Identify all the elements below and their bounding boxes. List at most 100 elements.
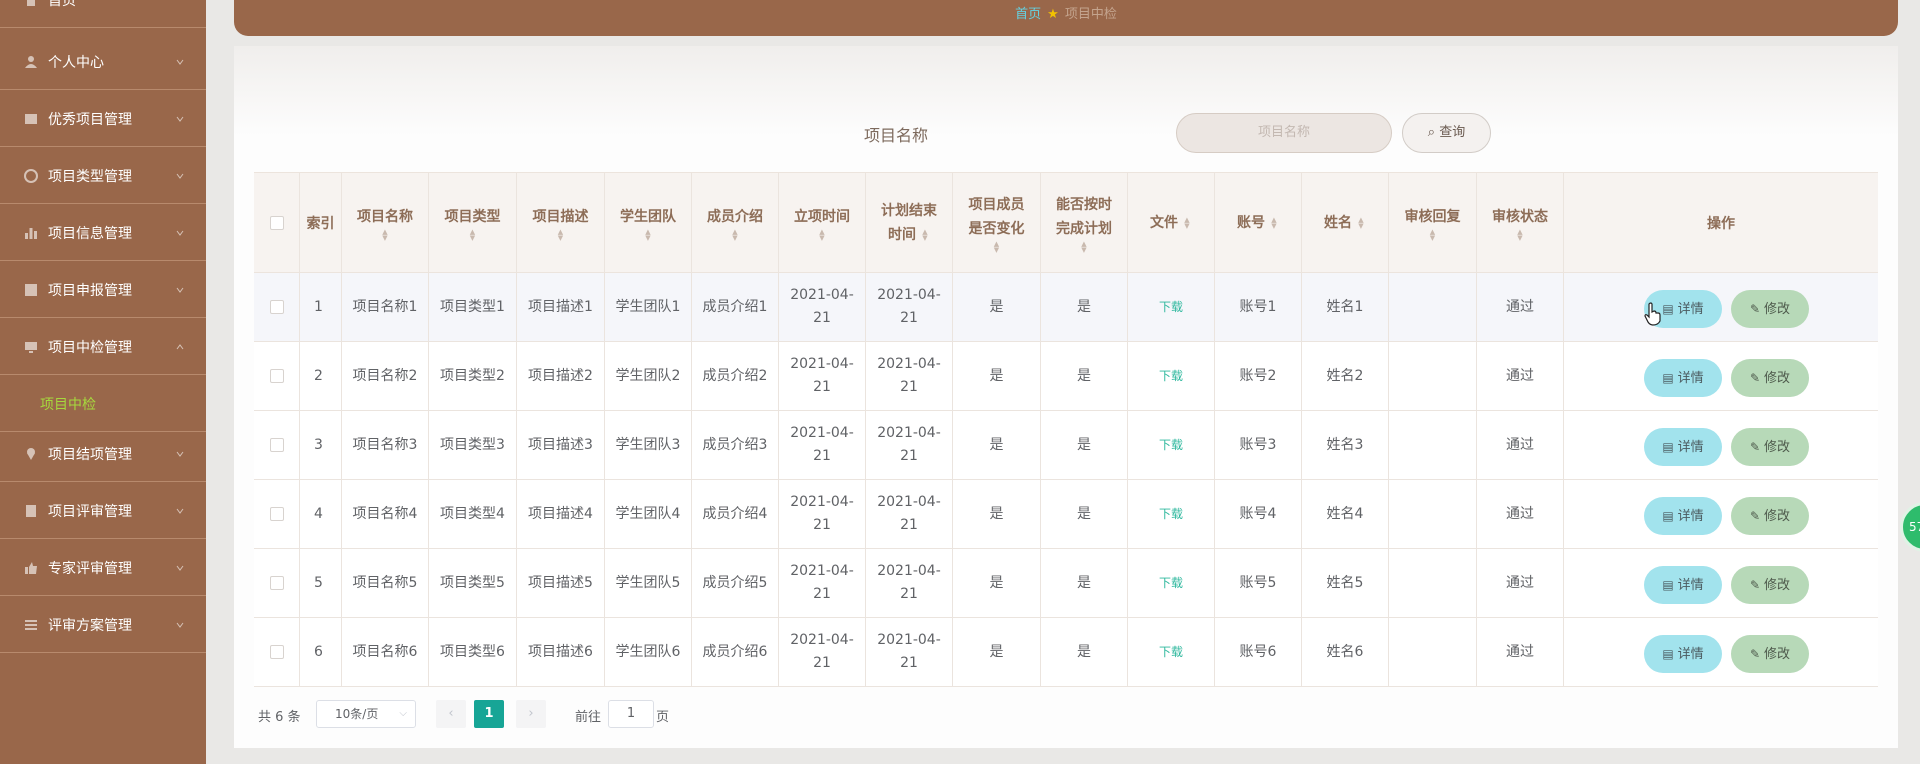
sort-icon[interactable]: ▲ ▼ <box>1056 241 1112 254</box>
sort-icon[interactable]: ▲ ▼ <box>1269 217 1279 230</box>
table-row[interactable]: 5 项目名称5 项目类型5 项目描述5 学生团队5 成员介绍5 2021-04-… <box>254 549 1878 618</box>
header-select-all[interactable] <box>254 173 300 273</box>
table-row[interactable]: 4 项目名称4 项目类型4 项目描述4 学生团队4 成员介绍4 2021-04-… <box>254 480 1878 549</box>
document-icon: ▤ <box>1662 646 1674 661</box>
cell-end-day: 21 <box>900 517 918 533</box>
download-link[interactable]: 下载 <box>1159 572 1183 595</box>
sort-icon[interactable]: ▲ ▼ <box>794 229 850 242</box>
row-checkbox[interactable] <box>269 507 284 521</box>
sidebar-item-plan[interactable]: 评审方案管理 <box>0 597 206 653</box>
edit-button[interactable]: ✎ 修改 <box>1731 359 1809 397</box>
sort-icon[interactable]: ▲ ▼ <box>1182 217 1192 230</box>
download-link[interactable]: 下载 <box>1159 296 1183 319</box>
header-type[interactable]: 项目类型 ▲ ▼ <box>429 173 517 273</box>
cell-end-date: 2021-04- <box>877 494 941 510</box>
detail-button[interactable]: ▤ 详情 <box>1644 635 1722 673</box>
search-input[interactable]: 项目名称 <box>1176 113 1392 153</box>
row-checkbox[interactable] <box>269 438 284 452</box>
cell-start-date: 2021-04- <box>790 632 854 648</box>
header-ontime[interactable]: 能否按时 完成计划 ▲ ▼ <box>1041 173 1128 273</box>
sidebar-subitem-midcheck[interactable]: 项目中检 <box>0 376 206 432</box>
header-desc[interactable]: 项目描述 ▲ ▼ <box>517 173 605 273</box>
edit-button[interactable]: ✎ 修改 <box>1731 635 1809 673</box>
next-page-button[interactable]: › <box>516 700 546 728</box>
sidebar-item-label: 项目中检管理 <box>48 339 132 356</box>
row-checkbox[interactable] <box>269 369 284 383</box>
sort-icon[interactable]: ▲ ▼ <box>920 229 930 242</box>
edit-button[interactable]: ✎ 修改 <box>1731 497 1809 535</box>
detail-button[interactable]: ▤ 详情 <box>1644 566 1722 604</box>
header-team[interactable]: 学生团队 ▲ ▼ <box>605 173 692 273</box>
sidebar-item-info[interactable]: 项目信息管理 <box>0 205 206 261</box>
header-account[interactable]: 账号 ▲ ▼ <box>1215 173 1302 273</box>
page-number-current[interactable]: 1 <box>474 700 504 728</box>
edit-button[interactable]: ✎ 修改 <box>1731 290 1809 328</box>
cell-end-date: 2021-04- <box>877 632 941 648</box>
header-reply[interactable]: 审核回复 ▲ ▼ <box>1389 173 1477 273</box>
sidebar-item-expert[interactable]: 专家评审管理 <box>0 540 206 596</box>
download-link[interactable]: 下载 <box>1159 365 1183 388</box>
sort-icon[interactable]: ▲ ▼ <box>707 229 763 242</box>
breadcrumb-home[interactable]: 首页 <box>1015 7 1041 22</box>
goto-page-input[interactable]: 1 <box>608 700 654 728</box>
row-checkbox[interactable] <box>269 645 284 659</box>
sidebar-item-declare[interactable]: 项目申报管理 <box>0 262 206 318</box>
sidebar-item-home[interactable]: 首页 <box>0 0 206 28</box>
sidebar-item-personal[interactable]: 个人中心 <box>0 34 206 90</box>
edit-icon: ✎ <box>1749 646 1761 661</box>
thumb-icon <box>24 561 38 575</box>
detail-button[interactable]: ▤ 详情 <box>1644 428 1722 466</box>
sort-icon[interactable]: ▲ ▼ <box>533 229 589 242</box>
sidebar-item-midcheck[interactable]: 项目中检管理 <box>0 319 206 375</box>
header-members[interactable]: 成员介绍 ▲ ▼ <box>692 173 779 273</box>
header-status[interactable]: 审核状态 ▲ ▼ <box>1477 173 1564 273</box>
cell-reply <box>1389 411 1477 479</box>
sort-icon[interactable]: ▲ ▼ <box>620 229 676 242</box>
download-link[interactable]: 下载 <box>1159 641 1183 664</box>
page-size-select[interactable]: 10条/页 ⌵ <box>316 700 416 728</box>
sort-icon[interactable]: ▲ ▼ <box>969 241 1025 254</box>
table-row[interactable]: 6 项目名称6 项目类型6 项目描述6 学生团队6 成员介绍6 2021-04-… <box>254 618 1878 687</box>
sort-icon[interactable]: ▲ ▼ <box>1405 229 1461 242</box>
sort-icon[interactable]: ▲ ▼ <box>357 229 413 242</box>
sort-icon[interactable]: ▲ ▼ <box>1492 229 1548 242</box>
sort-icon[interactable]: ▲ ▼ <box>1356 217 1366 230</box>
download-link[interactable]: 下载 <box>1159 503 1183 526</box>
header-changed[interactable]: 项目成员 是否变化 ▲ ▼ <box>953 173 1041 273</box>
sidebar-subitem-label: 项目中检 <box>40 396 96 413</box>
sort-icon[interactable]: ▲ ▼ <box>445 229 501 242</box>
table-row[interactable]: 1 项目名称1 项目类型1 项目描述1 学生团队1 成员介绍1 2021-04-… <box>254 273 1878 342</box>
edit-button[interactable]: ✎ 修改 <box>1731 566 1809 604</box>
table-row[interactable]: 2 项目名称2 项目类型2 项目描述2 学生团队2 成员介绍2 2021-04-… <box>254 342 1878 411</box>
sidebar-item-review[interactable]: 项目评审管理 <box>0 483 206 539</box>
cell-ontime: 是 <box>1041 342 1128 410</box>
table-row[interactable]: 3 项目名称3 项目类型3 项目描述3 学生团队3 成员介绍3 2021-04-… <box>254 411 1878 480</box>
row-checkbox[interactable] <box>269 300 284 314</box>
sidebar-item-closing[interactable]: 项目结项管理 <box>0 426 206 482</box>
floating-badge[interactable]: 57 <box>1900 502 1920 552</box>
sidebar-item-label: 项目申报管理 <box>48 282 132 299</box>
detail-button[interactable]: ▤ 详情 <box>1644 359 1722 397</box>
sidebar-item-types[interactable]: 项目类型管理 <box>0 148 206 204</box>
download-link[interactable]: 下载 <box>1159 434 1183 457</box>
cell-desc: 项目描述6 <box>517 618 605 686</box>
detail-button[interactable]: ▤ 详情 <box>1644 497 1722 535</box>
header-start[interactable]: 立项时间 ▲ ▼ <box>779 173 866 273</box>
prev-page-button[interactable]: ‹ <box>436 700 466 728</box>
search-label: 项目名称 <box>864 126 929 145</box>
search-button[interactable]: ⌕ 查询 <box>1402 113 1491 153</box>
sidebar-item-excellent[interactable]: 优秀项目管理 <box>0 91 206 147</box>
header-end[interactable]: 计划结束 时间 ▲ ▼ <box>866 173 953 273</box>
cell-index: 1 <box>300 273 342 341</box>
goto-prefix: 前往 <box>575 710 602 725</box>
header-name[interactable]: 项目名称 ▲ ▼ <box>342 173 429 273</box>
cell-ops: ▤ 详情 ✎ 修改 <box>1564 411 1878 479</box>
sidebar-item-label: 项目信息管理 <box>48 225 132 242</box>
header-file[interactable]: 文件 ▲ ▼ <box>1128 173 1215 273</box>
select-all-checkbox[interactable] <box>269 216 284 230</box>
header-person[interactable]: 姓名 ▲ ▼ <box>1302 173 1389 273</box>
edit-button[interactable]: ✎ 修改 <box>1731 428 1809 466</box>
cell-person: 姓名4 <box>1302 480 1389 548</box>
row-checkbox[interactable] <box>269 576 284 590</box>
sidebar-item-label: 项目结项管理 <box>48 446 132 463</box>
